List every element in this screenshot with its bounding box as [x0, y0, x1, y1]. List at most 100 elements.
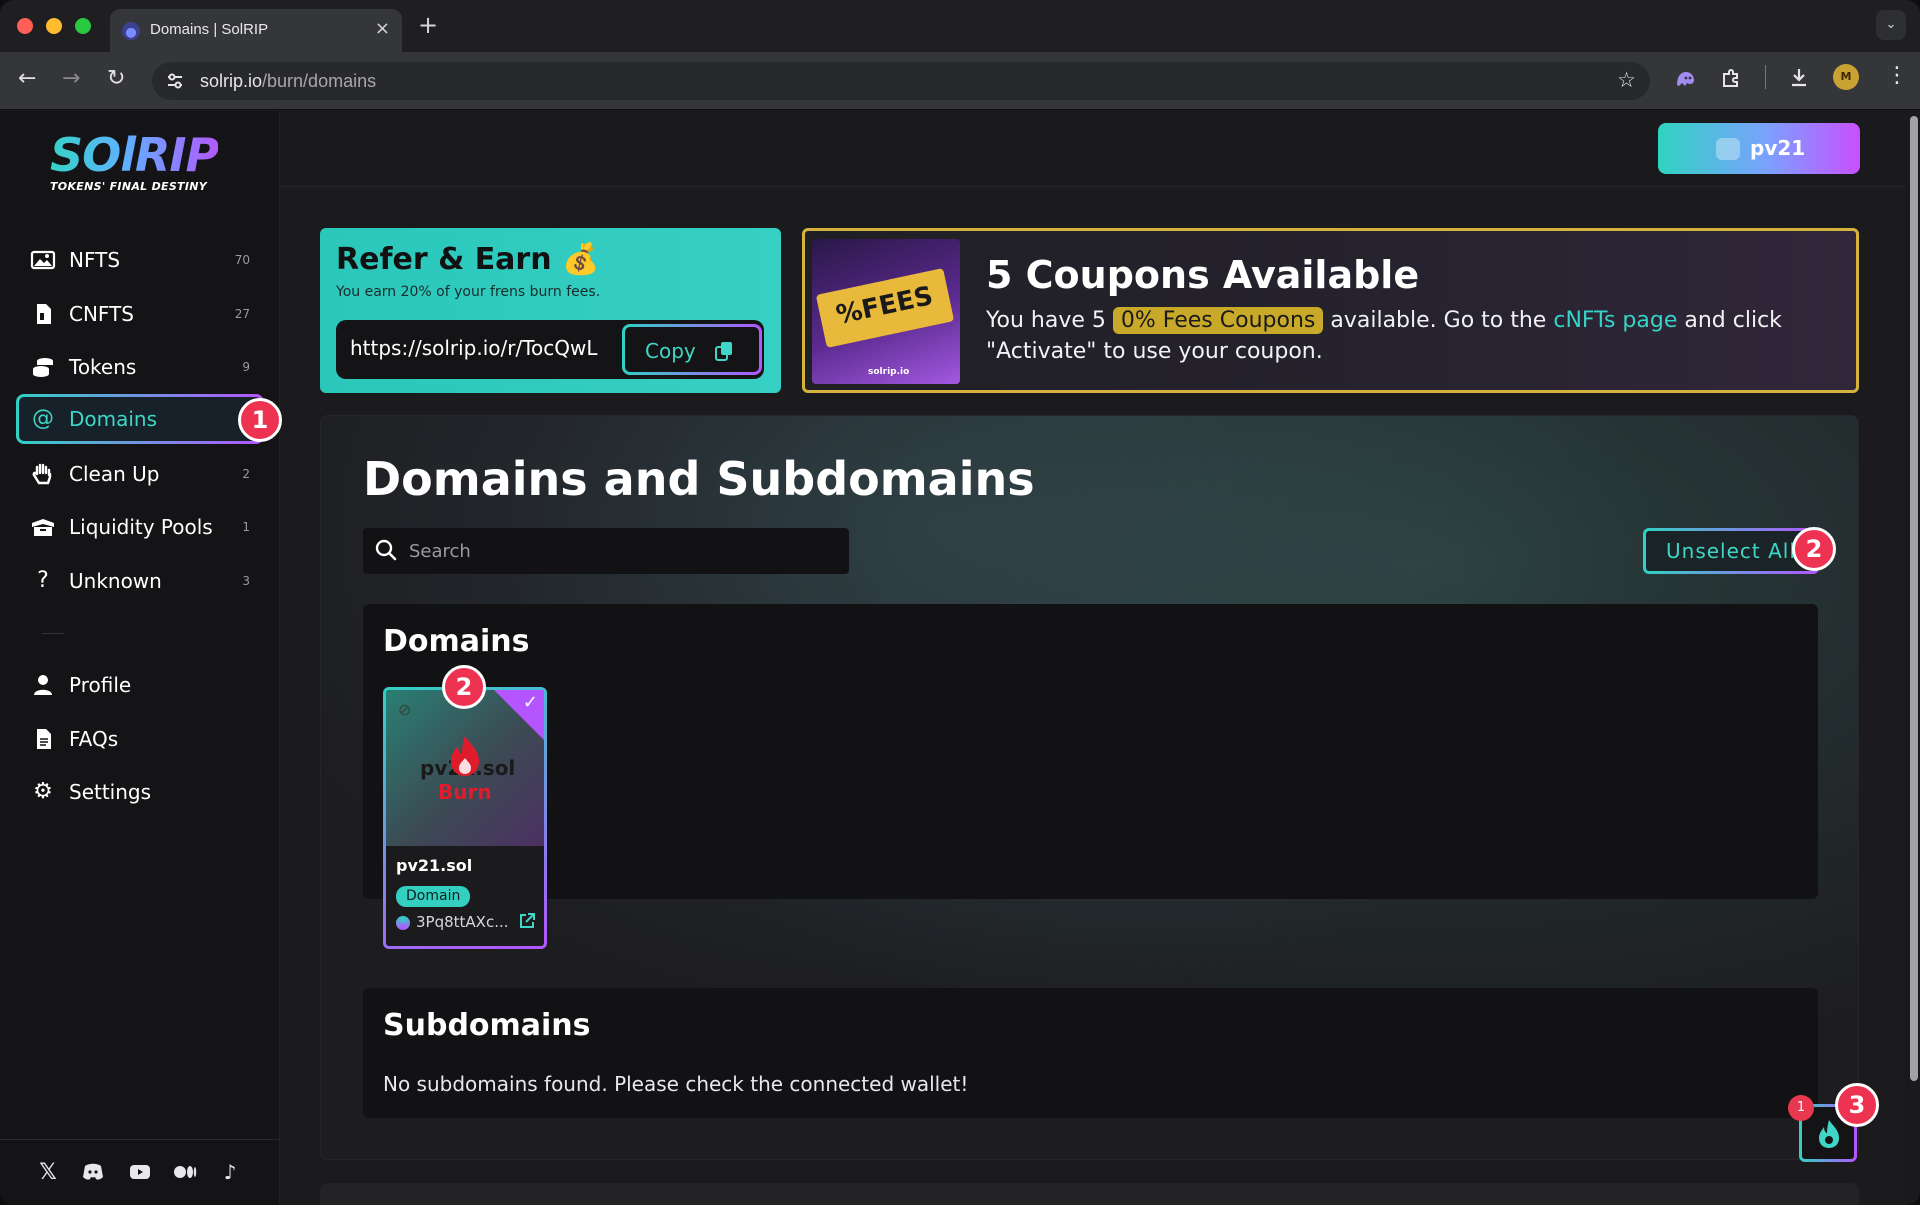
- domain-card[interactable]: ⊘ pv21.sol Burn ✓ pv21.sol Domain 3Pq8tt…: [383, 687, 547, 949]
- solana-icon: [396, 916, 410, 930]
- step-badge: 2: [1792, 527, 1836, 571]
- sidebar-item-label: Clean Up: [69, 462, 160, 486]
- wallet-label: pv21: [1750, 136, 1806, 160]
- question-icon: ?: [37, 568, 49, 593]
- sidebar-item-label: Liquidity Pools: [69, 515, 213, 539]
- bookmark-star-icon[interactable]: ☆: [1617, 68, 1636, 92]
- tab-search-button[interactable]: ⌄: [1876, 10, 1906, 40]
- tab-title: Domains | SolRIP: [150, 21, 269, 38]
- browser-tab[interactable]: Domains | SolRIP ×: [110, 9, 402, 52]
- copy-label: Copy: [645, 339, 696, 363]
- tab-close-icon[interactable]: ×: [375, 18, 390, 39]
- solrip-favicon-icon: [122, 22, 140, 40]
- hide-eye-icon[interactable]: ⊘: [398, 700, 411, 719]
- burn-flame-icon: [1819, 1120, 1839, 1148]
- social-links: 𝕏 ♪: [0, 1139, 280, 1205]
- scrollbar-thumb[interactable]: [1910, 116, 1918, 1081]
- sidebar-item-label: Tokens: [69, 355, 137, 379]
- domain-card-image: ⊘ pv21.sol Burn ✓: [386, 690, 544, 846]
- coupon-image: %FEES solrip.io: [812, 239, 960, 384]
- domain-image-burn: Burn: [438, 780, 492, 804]
- at-icon: @: [32, 406, 54, 431]
- sidebar: SOlRIP TOKENS' FINAL DESTINY NFTS 70 CNF…: [0, 111, 280, 1205]
- maximize-window-button[interactable]: [75, 18, 91, 34]
- domains-section: Domains ⊘ pv21.sol Burn ✓ pv21.sol Domai…: [363, 604, 1818, 946]
- box-icon: [32, 519, 54, 536]
- extensions-puzzle-icon[interactable]: [1720, 67, 1742, 89]
- sidebar-item-count: 27: [234, 307, 250, 321]
- x-icon[interactable]: 𝕏: [35, 1160, 61, 1185]
- sidebar-item-label: Settings: [69, 780, 152, 804]
- youtube-icon[interactable]: [127, 1160, 153, 1184]
- coupons-text-2: available. Go to the: [1330, 308, 1547, 333]
- solrip-logo[interactable]: SOlRIP TOKENS' FINAL DESTINY: [50, 128, 219, 193]
- coupons-text-1: You have 5: [986, 308, 1106, 333]
- cnfts-page-link[interactable]: cNFTs page: [1553, 308, 1677, 333]
- medium-icon[interactable]: [172, 1160, 198, 1184]
- copy-referral-button[interactable]: Copy: [622, 324, 762, 375]
- domains-panel: Domains and Subdomains Unselect All Doma…: [320, 415, 1859, 1160]
- hand-icon: [32, 463, 52, 485]
- phantom-extension-icon[interactable]: [1674, 68, 1696, 90]
- sidebar-item-label: FAQs: [69, 727, 119, 751]
- search-input[interactable]: [409, 528, 839, 574]
- sidebar-divider: [42, 633, 64, 634]
- sidebar-item-count: 2: [242, 467, 250, 481]
- coupons-title: 5 Coupons Available: [986, 253, 1420, 297]
- sidebar-item-profile[interactable]: Profile: [16, 660, 264, 710]
- gear-icon: ⚙: [33, 779, 53, 804]
- back-arrow-icon[interactable]: ←: [18, 66, 36, 91]
- burn-count-badge: 1: [1788, 1095, 1814, 1121]
- checkmark-icon: ✓: [522, 692, 538, 713]
- browser-toolbar: ← → ↻ solrip.io/burn/domains ☆ M ⋮: [0, 52, 1920, 110]
- sidebar-item-domains[interactable]: @ Domains: [16, 394, 264, 444]
- sidebar-item-clean-up[interactable]: Clean Up 2: [16, 449, 264, 499]
- download-icon[interactable]: [1788, 66, 1810, 88]
- sidebar-item-faqs[interactable]: FAQs: [16, 714, 264, 764]
- sidebar-item-settings[interactable]: ⚙ Settings: [16, 767, 264, 817]
- refer-subtitle: You earn 20% of your frens burn fees.: [336, 284, 601, 300]
- sidebar-item-tokens[interactable]: Tokens 9: [16, 342, 264, 392]
- discord-icon[interactable]: [80, 1160, 106, 1184]
- sidebar-item-count: 70: [234, 253, 250, 267]
- domain-type-badge: Domain: [396, 886, 471, 907]
- forward-arrow-icon[interactable]: →: [62, 66, 80, 91]
- sidebar-item-nfts[interactable]: NFTS 70: [16, 235, 264, 285]
- referral-link-box: https://solrip.io/r/TocQwL Copy: [336, 320, 764, 379]
- browser-window: Domains | SolRIP × + ⌄ ← → ↻ solrip.io/b…: [0, 0, 1920, 1205]
- external-link-icon[interactable]: [518, 912, 536, 930]
- site-info-icon[interactable]: [166, 72, 184, 90]
- minimize-window-button[interactable]: [46, 18, 62, 34]
- search-box: [363, 528, 849, 574]
- step-badge: 1: [238, 398, 282, 442]
- page-title: Domains and Subdomains: [363, 452, 1035, 506]
- page-scrollbar[interactable]: [1905, 111, 1920, 1205]
- sidebar-item-count: 9: [242, 360, 250, 374]
- sidebar-item-label: CNFTS: [69, 302, 134, 326]
- domains-section-title: Domains: [383, 624, 530, 659]
- close-window-button[interactable]: [17, 18, 33, 34]
- faq-document-icon: [37, 729, 51, 749]
- browser-menu-icon[interactable]: ⋮: [1886, 63, 1908, 88]
- step-badge: 3: [1835, 1083, 1879, 1127]
- tiktok-icon[interactable]: ♪: [217, 1160, 243, 1184]
- logo-wordmark: SOlRIP: [50, 128, 219, 182]
- image-icon: [30, 250, 56, 270]
- domain-name: pv21.sol: [396, 856, 473, 875]
- coins-icon: [33, 358, 53, 377]
- url-text: solrip.io/burn/domains: [200, 71, 376, 92]
- new-tab-button[interactable]: +: [418, 11, 438, 39]
- domain-address: 3Pq8ttAXc...: [416, 913, 509, 931]
- coupons-description: You have 5 0% Fees Coupons available. Go…: [986, 305, 1846, 367]
- sidebar-item-liquidity-pools[interactable]: Liquidity Pools 1: [16, 502, 264, 552]
- referral-url: https://solrip.io/r/TocQwL: [350, 336, 598, 360]
- sidebar-item-unknown[interactable]: ? Unknown 3: [16, 556, 264, 606]
- wallet-button[interactable]: pv21: [1658, 123, 1860, 174]
- profile-avatar[interactable]: M: [1833, 64, 1859, 90]
- sidebar-item-cnfts[interactable]: CNFTS 27: [16, 289, 264, 339]
- search-icon: [375, 539, 397, 561]
- address-bar[interactable]: solrip.io/burn/domains ☆: [152, 62, 1650, 100]
- refer-title: Refer & Earn 💰: [336, 242, 600, 277]
- reload-icon[interactable]: ↻: [107, 66, 125, 91]
- sidebar-item-label: Profile: [69, 673, 132, 697]
